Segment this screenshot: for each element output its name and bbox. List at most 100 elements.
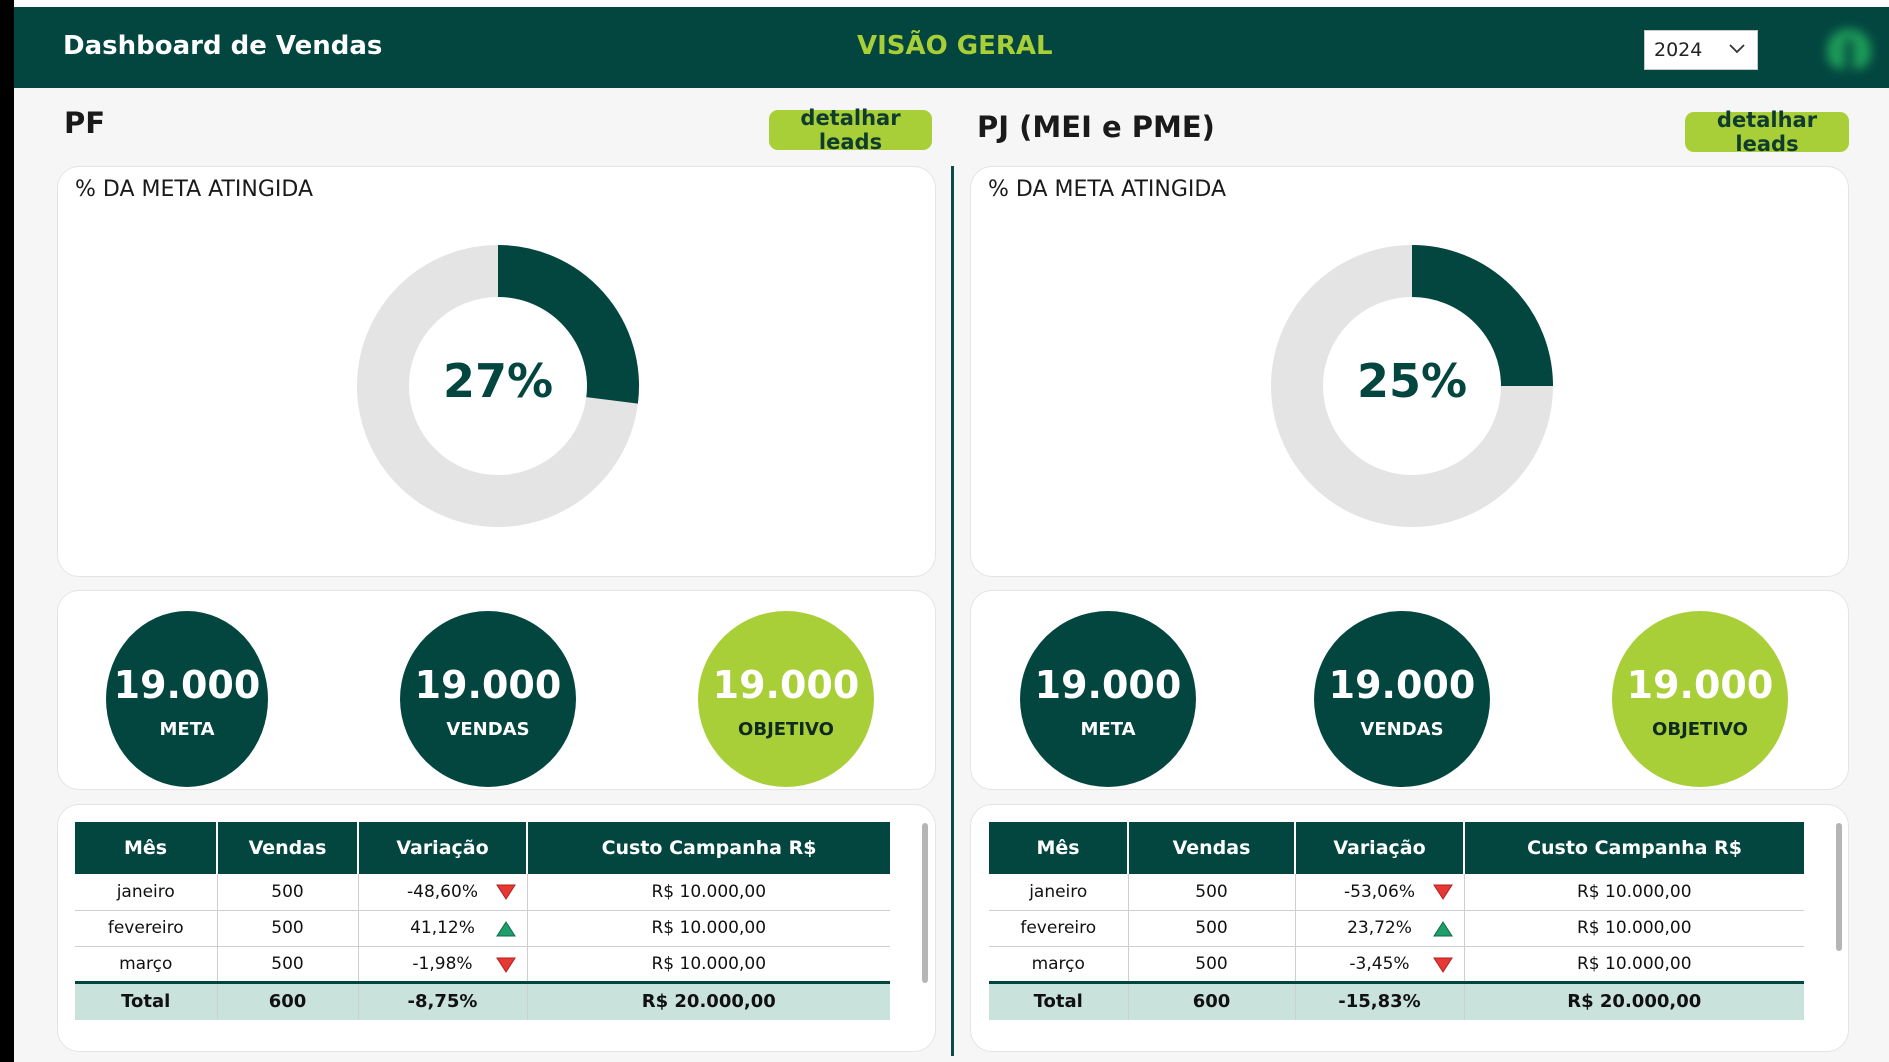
pj-row1-variacao-value: -53,06% bbox=[1344, 881, 1415, 902]
pj-row3-custo: R$ 10.000,00 bbox=[1464, 946, 1804, 983]
pf-table-header: Mês Vendas Variação Custo Campanha R$ bbox=[75, 822, 890, 874]
pf-detail-leads-button[interactable]: detalhar leads bbox=[769, 106, 932, 154]
pf-row1-custo: R$ 10.000,00 bbox=[527, 874, 890, 911]
pj-row1-custo: R$ 10.000,00 bbox=[1464, 874, 1804, 911]
pj-row2-mes: fevereiro bbox=[989, 910, 1129, 947]
pf-total-mes: Total bbox=[75, 980, 218, 1020]
pj-kpi-meta: 19.000 META bbox=[1020, 611, 1196, 787]
pf-kpi-meta-value: 19.000 bbox=[113, 662, 261, 707]
pf-row3-custo: R$ 10.000,00 bbox=[527, 946, 890, 983]
pf-col-vendas[interactable]: Vendas bbox=[217, 822, 359, 874]
pf-row1-vendas: 500 bbox=[217, 874, 359, 911]
pf-kpi-vendas-value: 19.000 bbox=[414, 662, 562, 707]
pf-goal-card-title: % DA META ATINGIDA bbox=[75, 177, 314, 202]
pf-sales-table: Mês Vendas Variação Custo Campanha R$ ja… bbox=[75, 822, 890, 1020]
trend-down-icon bbox=[495, 884, 516, 900]
pf-total-row: Total 600 -8,75% R$ 20.000,00 bbox=[75, 980, 890, 1020]
pj-row3-variacao: -3,45% bbox=[1295, 946, 1465, 983]
pj-total-row: Total 600 -15,83% R$ 20.000,00 bbox=[989, 980, 1804, 1020]
pf-goal-percent: 27% bbox=[442, 354, 554, 408]
trend-up-icon bbox=[495, 920, 516, 936]
pf-col-mes[interactable]: Mês bbox=[75, 822, 218, 874]
pj-sales-table: Mês Vendas Variação Custo Campanha R$ ja… bbox=[989, 822, 1804, 1020]
table-row: fevereiro 500 23,72% R$ 10.000,00 bbox=[989, 910, 1804, 947]
pj-kpi-objetivo: 19.000 OBJETIVO bbox=[1612, 611, 1788, 787]
page-title: VISÃO GERAL bbox=[857, 31, 1053, 61]
pf-col-variacao[interactable]: Variação bbox=[358, 822, 528, 874]
pj-goal-card: % DA META ATINGIDA 25% bbox=[970, 166, 1849, 577]
pj-total-mes: Total bbox=[989, 980, 1129, 1020]
section-title-pj: PJ (MEI e PME) bbox=[977, 110, 1215, 144]
pf-kpi-vendas: 19.000 VENDAS bbox=[400, 611, 576, 787]
pj-row1-variacao: -53,06% bbox=[1295, 874, 1465, 911]
trend-down-icon bbox=[1432, 884, 1453, 900]
pf-kpi-card: 19.000 META 19.000 VENDAS 19.000 OBJETIV… bbox=[57, 590, 936, 790]
pj-kpi-vendas-label: VENDAS bbox=[1360, 718, 1444, 740]
pj-detail-leads-button[interactable]: detalhar leads bbox=[1685, 108, 1849, 156]
section-title-pf: PF bbox=[64, 106, 106, 140]
pj-row2-custo: R$ 10.000,00 bbox=[1464, 910, 1804, 947]
section-divider bbox=[951, 166, 954, 1056]
table-row: março 500 -3,45% R$ 10.000,00 bbox=[989, 946, 1804, 983]
pf-kpi-meta-label: META bbox=[159, 718, 215, 740]
pj-kpi-objetivo-value: 19.000 bbox=[1626, 662, 1774, 707]
pf-row1-variacao: -48,60% bbox=[358, 874, 528, 911]
pf-kpi-objetivo-value: 19.000 bbox=[712, 662, 860, 707]
table-row: março 500 -1,98% R$ 10.000,00 bbox=[75, 946, 890, 983]
pj-col-custo[interactable]: Custo Campanha R$ bbox=[1464, 822, 1804, 874]
dashboard-body: PF detalhar leads % DA META ATINGIDA 27%… bbox=[14, 88, 1889, 1062]
pj-total-vendas: 600 bbox=[1128, 980, 1296, 1020]
pj-kpi-vendas-value: 19.000 bbox=[1328, 662, 1476, 707]
pj-table-scrollbar[interactable] bbox=[1836, 823, 1842, 951]
top-header: Dashboard de Vendas VISÃO GERAL 2024 bbox=[14, 7, 1889, 88]
pj-kpi-objetivo-label: OBJETIVO bbox=[1652, 718, 1748, 740]
pf-row2-custo: R$ 10.000,00 bbox=[527, 910, 890, 947]
pj-kpi-meta-value: 19.000 bbox=[1034, 662, 1182, 707]
trend-down-icon bbox=[1432, 957, 1453, 973]
pf-total-custo: R$ 20.000,00 bbox=[527, 980, 890, 1020]
trend-down-icon bbox=[495, 957, 516, 973]
year-dropdown[interactable]: 2024 bbox=[1644, 30, 1758, 70]
window-left-edge bbox=[0, 0, 14, 1062]
pf-kpi-objetivo-label: OBJETIVO bbox=[738, 718, 834, 740]
pj-table-header: Mês Vendas Variação Custo Campanha R$ bbox=[989, 822, 1804, 874]
pf-col-custo[interactable]: Custo Campanha R$ bbox=[527, 822, 890, 874]
table-row: janeiro 500 -53,06% R$ 10.000,00 bbox=[989, 874, 1804, 911]
pj-kpi-card: 19.000 META 19.000 VENDAS 19.000 OBJETIV… bbox=[970, 590, 1849, 790]
trend-up-icon bbox=[1432, 920, 1453, 936]
pj-row2-variacao-value: 23,72% bbox=[1347, 918, 1412, 938]
pf-kpi-objetivo: 19.000 OBJETIVO bbox=[698, 611, 874, 787]
pf-row1-mes: janeiro bbox=[75, 874, 218, 911]
pj-goal-percent: 25% bbox=[1356, 354, 1468, 408]
pf-table-card: Mês Vendas Variação Custo Campanha R$ ja… bbox=[57, 804, 936, 1052]
year-dropdown-value: 2024 bbox=[1654, 39, 1703, 61]
pj-col-variacao[interactable]: Variação bbox=[1295, 822, 1465, 874]
pf-row1-variacao-value: -48,60% bbox=[407, 881, 478, 902]
pj-goal-card-title: % DA META ATINGIDA bbox=[988, 177, 1227, 202]
pf-row3-mes: março bbox=[75, 946, 218, 983]
pf-total-variacao: -8,75% bbox=[358, 980, 528, 1020]
pf-goal-card: % DA META ATINGIDA 27% bbox=[57, 166, 936, 577]
pf-row3-variacao-value: -1,98% bbox=[412, 953, 473, 974]
pf-row2-mes: fevereiro bbox=[75, 910, 218, 947]
pj-row3-vendas: 500 bbox=[1128, 946, 1296, 983]
logo-icon bbox=[1827, 29, 1871, 69]
pf-kpi-vendas-label: VENDAS bbox=[446, 718, 530, 740]
pf-table-scrollbar[interactable] bbox=[922, 823, 928, 983]
pj-row3-mes: março bbox=[989, 946, 1129, 983]
pf-row2-vendas: 500 bbox=[217, 910, 359, 947]
pj-table-card: Mês Vendas Variação Custo Campanha R$ ja… bbox=[970, 804, 1849, 1052]
pj-total-variacao: -15,83% bbox=[1295, 980, 1465, 1020]
pj-row1-mes: janeiro bbox=[989, 874, 1129, 911]
pf-row3-vendas: 500 bbox=[217, 946, 359, 983]
pj-col-mes[interactable]: Mês bbox=[989, 822, 1129, 874]
pj-row1-vendas: 500 bbox=[1128, 874, 1296, 911]
pf-row2-variacao-value: 41,12% bbox=[410, 918, 475, 938]
pj-total-custo: R$ 20.000,00 bbox=[1464, 980, 1804, 1020]
pf-row2-variacao: 41,12% bbox=[358, 910, 528, 947]
table-row: janeiro 500 -48,60% R$ 10.000,00 bbox=[75, 874, 890, 911]
pj-row3-variacao-value: -3,45% bbox=[1349, 953, 1410, 974]
pj-col-vendas[interactable]: Vendas bbox=[1128, 822, 1296, 874]
pf-row3-variacao: -1,98% bbox=[358, 946, 528, 983]
chevron-down-icon bbox=[1729, 44, 1745, 54]
